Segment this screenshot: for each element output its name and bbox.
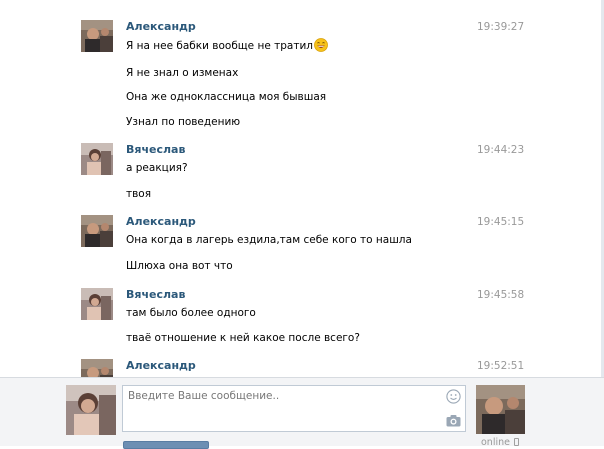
message-time: 19:45:58 bbox=[477, 289, 525, 301]
alexander-photo bbox=[81, 215, 113, 247]
online-label: online bbox=[481, 437, 510, 448]
vyacheslav-photo bbox=[81, 288, 113, 320]
vyacheslav-photo bbox=[66, 385, 116, 435]
message-text: Шлюха она вот что bbox=[126, 260, 233, 272]
message-input-box bbox=[122, 385, 466, 432]
message-text: а реакция? bbox=[126, 162, 188, 174]
message-text: Она когда в лагерь ездила,там себе кого … bbox=[126, 234, 412, 246]
message-text: Я на нее бабки вообще не тратил bbox=[126, 38, 328, 53]
message-author[interactable]: Александр bbox=[126, 215, 196, 229]
alexander-photo bbox=[476, 385, 525, 434]
message-text: там было более одного bbox=[126, 307, 256, 319]
alexander-photo bbox=[81, 20, 113, 52]
avatar[interactable] bbox=[81, 359, 113, 377]
compose-panel: online bbox=[0, 377, 604, 449]
peer-avatar[interactable] bbox=[476, 385, 525, 434]
alexander-photo bbox=[81, 359, 113, 377]
message-time: 19:52:51 bbox=[477, 360, 525, 372]
peer-online-status: online bbox=[481, 437, 519, 448]
message-text: Она же одноклассница моя бывшая bbox=[126, 91, 327, 103]
message-time: 19:39:27 bbox=[477, 21, 525, 33]
message-author[interactable]: Вячеслав bbox=[126, 143, 185, 157]
message-input[interactable] bbox=[123, 386, 443, 431]
message-text: тваё отношение к ней какое после всего? bbox=[126, 332, 360, 344]
message-time: 19:45:15 bbox=[477, 216, 525, 228]
message-time: 19:44:23 bbox=[477, 144, 525, 156]
my-avatar[interactable] bbox=[66, 385, 116, 435]
message-history: Александр 19:39:27 Я на нее бабки вообще… bbox=[0, 0, 604, 377]
message-text: Я не знал о изменах bbox=[126, 67, 239, 79]
camera-icon[interactable] bbox=[446, 414, 461, 427]
message-text: Узнал по поведению bbox=[126, 116, 241, 128]
message-text: твоя bbox=[126, 188, 152, 200]
message-author[interactable]: Александр bbox=[126, 20, 196, 34]
vyacheslav-photo bbox=[81, 143, 113, 175]
avatar[interactable] bbox=[81, 215, 113, 247]
smile-icon[interactable] bbox=[446, 389, 461, 404]
avatar[interactable] bbox=[81, 143, 113, 175]
send-button[interactable] bbox=[123, 441, 209, 449]
message-text-content: Я на нее бабки вообще не тратил bbox=[126, 40, 314, 52]
laughing-smiley-icon bbox=[314, 38, 328, 52]
avatar[interactable] bbox=[81, 20, 113, 52]
message-author[interactable]: Александр bbox=[126, 359, 196, 373]
message-author[interactable]: Вячеслав bbox=[126, 288, 185, 302]
avatar[interactable] bbox=[81, 288, 113, 320]
